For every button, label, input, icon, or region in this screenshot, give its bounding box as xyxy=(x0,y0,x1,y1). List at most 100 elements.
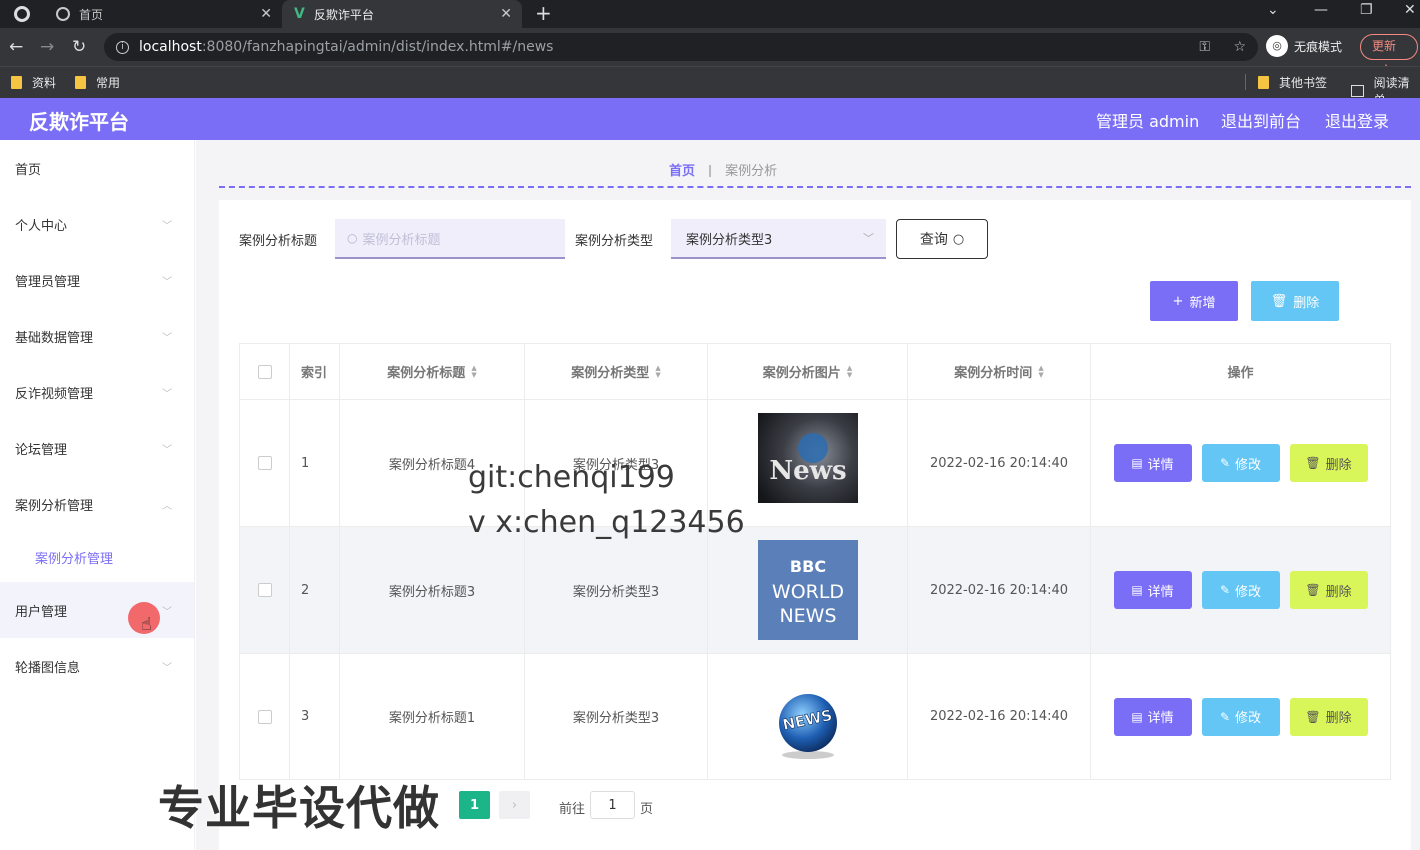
breadcrumb-current: 案例分析 xyxy=(725,164,778,179)
sort-icon[interactable]: ▲ ▼ xyxy=(1038,364,1043,379)
checkbox-cell xyxy=(240,527,290,653)
detail-button[interactable]: ▤ 详情 xyxy=(1113,571,1192,609)
actions-cell: ▤ 详情 ✎ 修改 🗑 删除 xyxy=(1091,400,1390,526)
minimize-icon[interactable]: — xyxy=(1314,2,1328,18)
sidebar-item-carousel[interactable]: 轮播图信息 ﹀ xyxy=(0,638,194,694)
delete-button[interactable]: 🗑 删除 xyxy=(1289,571,1368,609)
close-icon[interactable]: ✕ xyxy=(500,6,512,22)
index-cell: 1 xyxy=(290,400,340,526)
tab-search-icon[interactable]: ⌄ xyxy=(1267,2,1279,18)
brand-title: 反欺诈平台 xyxy=(29,110,129,134)
watermark-wechat: v x:chen_q123456 xyxy=(468,505,745,540)
bookmark-folder[interactable]: 常用 xyxy=(75,74,120,91)
tab-home[interactable]: 首页 ✕ xyxy=(46,0,282,28)
row-checkbox[interactable] xyxy=(257,583,272,597)
sidebar-subitem-case-analysis[interactable]: 案例分析管理 xyxy=(35,548,113,567)
incognito-label: 无痕模式 xyxy=(1294,39,1343,54)
search-icon: ○ xyxy=(952,231,965,247)
bbc-thumbnail[interactable]: BBC WORLD NEWS xyxy=(757,540,858,640)
page-1-button[interactable]: 1 xyxy=(459,791,490,819)
sidebar-item-users[interactable]: 用户管理 ﹀ xyxy=(0,582,194,638)
close-icon[interactable]: ✕ xyxy=(260,6,272,22)
detail-button[interactable]: ▤ 详情 xyxy=(1113,697,1192,736)
sidebar-item-videos[interactable]: 反诈视频管理 ﹀ xyxy=(0,364,194,420)
column-header[interactable]: 案例分析时间 ▲ ▼ xyxy=(908,344,1091,399)
logout-link[interactable]: 退出登录 xyxy=(1325,108,1389,132)
sidebar-item-label: 案例分析管理 xyxy=(15,498,94,514)
update-button[interactable]: 更新 ⋮ xyxy=(1360,34,1418,76)
sidebar-item-label: 管理员管理 xyxy=(15,274,81,290)
detail-label: 详情 xyxy=(1147,711,1174,726)
restore-icon[interactable]: ❐ xyxy=(1360,2,1373,18)
close-window-icon[interactable]: ✕ xyxy=(1404,2,1416,18)
forward-icon[interactable]: → xyxy=(40,37,54,57)
type-select-value: 案例分析类型3 xyxy=(686,232,773,248)
column-header[interactable]: 案例分析标题 ▲ ▼ xyxy=(340,344,525,399)
title-search-input[interactable]: ○ 案例分析标题 xyxy=(335,219,565,259)
row-checkbox[interactable] xyxy=(257,709,272,724)
chevron-up-icon: ︿ xyxy=(162,500,172,512)
back-icon[interactable]: ← xyxy=(9,37,23,57)
url-host: localhost xyxy=(139,39,202,55)
column-header[interactable]: 案例分析图片 ▲ ▼ xyxy=(708,344,908,399)
bulk-delete-button[interactable]: 🗑 删除 xyxy=(1251,281,1339,321)
edit-button[interactable]: ✎ 修改 xyxy=(1201,571,1280,609)
column-label: 案例分析标题 xyxy=(387,366,466,381)
chevron-down-icon: ﹀ xyxy=(863,232,874,245)
star-icon[interactable]: ☆ xyxy=(1233,39,1246,55)
column-header[interactable]: 案例分析类型 ▲ ▼ xyxy=(525,344,708,399)
sidebar-item-label: 反诈视频管理 xyxy=(15,386,94,402)
exit-to-front-link[interactable]: 退出到前台 xyxy=(1221,108,1301,132)
url-path: :8080/fanzhapingtai/admin/dist/index.htm… xyxy=(201,39,554,55)
chevron-down-icon: ﹀ xyxy=(162,276,172,288)
time-cell: 2022-02-16 20:14:40 xyxy=(908,400,1091,526)
news-thumbnail[interactable]: News xyxy=(757,413,858,513)
goto-suffix: 页 xyxy=(640,802,654,817)
edit-button[interactable]: ✎ 修改 xyxy=(1201,697,1280,736)
sidebar-item-admins[interactable]: 管理员管理 ﹀ xyxy=(0,252,194,308)
select-all-checkbox[interactable] xyxy=(257,364,272,379)
delete-label: 删除 xyxy=(1325,711,1352,726)
trash-icon: 🗑 xyxy=(1305,709,1321,724)
delete-button[interactable]: 🗑 删除 xyxy=(1289,697,1368,736)
index-cell: 3 xyxy=(290,654,340,779)
incognito-indicator[interactable]: ◎ 无痕模式 xyxy=(1266,35,1342,57)
globe-news-thumbnail[interactable]: NEWS xyxy=(757,666,858,767)
new-tab-icon[interactable]: + xyxy=(535,1,552,25)
main-content: 首页 ❙ 案例分析 案例分析标题 ○ 案例分析标题 案例分析类型 案例分析类型3… xyxy=(196,140,1420,850)
edit-button[interactable]: ✎ 修改 xyxy=(1201,444,1280,482)
sidebar-item-case-analysis[interactable]: 案例分析管理 ︿ xyxy=(0,476,194,532)
reload-icon[interactable]: ↻ xyxy=(72,37,86,57)
breadcrumb-home[interactable]: 首页 xyxy=(669,160,695,179)
chevron-down-icon: ﹀ xyxy=(162,606,172,618)
delete-button[interactable]: 🗑 删除 xyxy=(1289,444,1368,482)
sidebar-item-basic-data[interactable]: 基础数据管理 ﹀ xyxy=(0,308,194,364)
key-icon[interactable]: ⚿ xyxy=(1199,39,1210,55)
query-button[interactable]: 查询 ○ xyxy=(896,219,988,259)
table-header: 索引 案例分析标题 ▲ ▼ 案例分析类型 ▲ ▼ 案例分析图片 ▲ ▼ 案例分析时间 … xyxy=(240,344,1390,400)
row-checkbox[interactable] xyxy=(257,456,272,470)
add-button[interactable]: + 新增 xyxy=(1150,281,1238,321)
bookmark-other[interactable]: 其他书签 xyxy=(1258,74,1327,91)
sidebar-item-label: 论坛管理 xyxy=(15,442,68,458)
bookmark-label: 资料 xyxy=(32,76,57,90)
next-page-button[interactable]: › xyxy=(499,791,530,819)
bookmark-label: 其他书签 xyxy=(1279,76,1328,90)
sidebar-item-home[interactable]: 首页 xyxy=(0,140,194,196)
site-info-icon[interactable]: i xyxy=(116,40,129,54)
goto-page-input[interactable]: 1 xyxy=(590,791,635,819)
sidebar-item-profile[interactable]: 个人中心 ﹀ xyxy=(0,196,194,252)
browser-menu-icon[interactable] xyxy=(14,6,30,22)
tab-active[interactable]: V 反欺诈平台 ✕ xyxy=(282,0,522,28)
type-select[interactable]: 案例分析类型3 ﹀ xyxy=(671,219,886,259)
table-row: 1 案例分析标题4 案例分析类型3 News 2022-02-16 20:14:… xyxy=(240,400,1390,527)
url-field[interactable]: i localhost :8080/fanzhapingtai/admin/di… xyxy=(104,33,1258,61)
sidebar-item-forum[interactable]: 论坛管理 ﹀ xyxy=(0,420,194,476)
actions-cell: ▤ 详情 ✎ 修改 🗑 删除 xyxy=(1091,654,1390,779)
column-label: 案例分析类型 xyxy=(571,366,650,381)
bookmark-folder[interactable]: 资料 xyxy=(11,74,56,91)
sort-icon[interactable]: ▲ ▼ xyxy=(847,364,852,379)
sort-icon[interactable]: ▲ ▼ xyxy=(471,364,476,379)
detail-button[interactable]: ▤ 详情 xyxy=(1113,444,1192,482)
sort-icon[interactable]: ▲ ▼ xyxy=(655,364,660,379)
